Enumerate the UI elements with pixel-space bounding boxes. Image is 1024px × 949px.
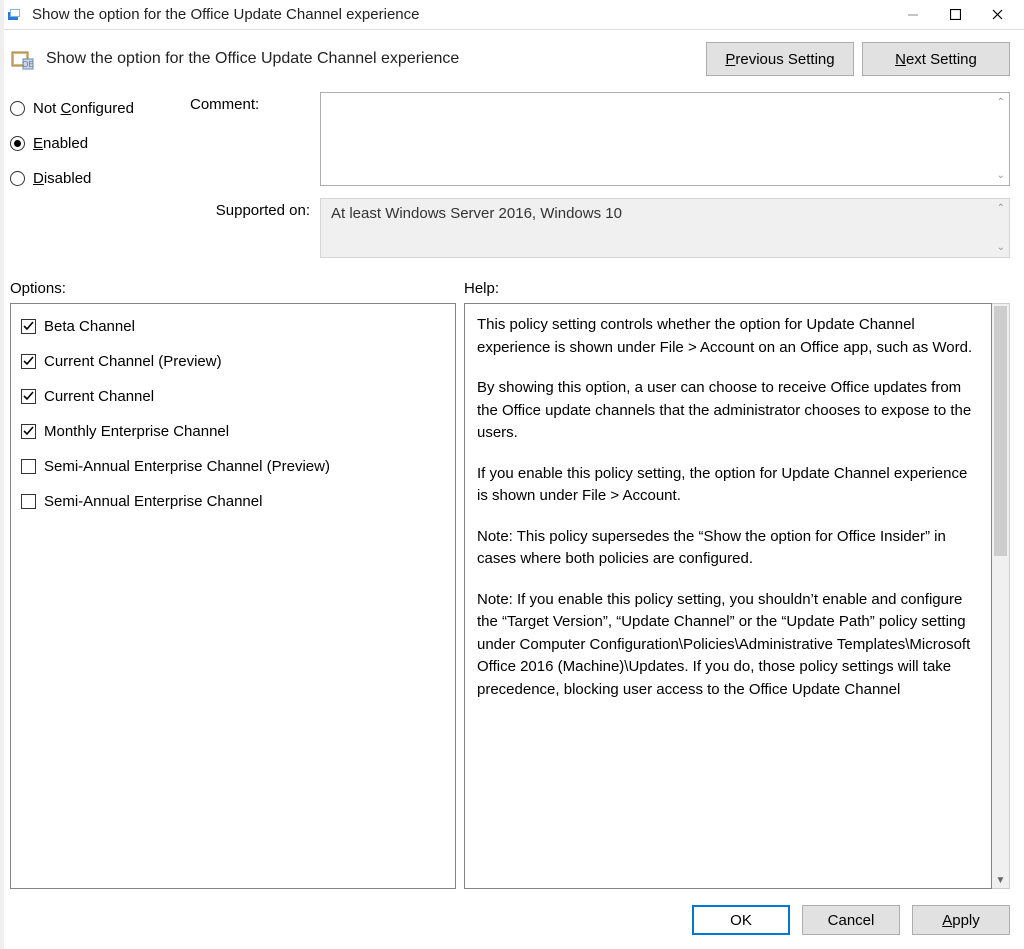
radio-label: Disabled xyxy=(33,170,91,187)
help-paragraph: Note: If you enable this policy setting,… xyxy=(477,589,979,702)
apply-text: pply xyxy=(952,912,980,929)
comment-row: Comment: ⌃⌄ xyxy=(190,92,1010,186)
help-paragraph: This policy setting controls whether the… xyxy=(477,314,979,359)
next-text: ext Setting xyxy=(906,51,977,68)
help-scrollbar[interactable]: ▲ ▼ xyxy=(992,303,1010,889)
checkbox-indicator xyxy=(21,459,36,474)
apply-button[interactable]: Apply xyxy=(912,905,1010,935)
nav-buttons: Previous Setting Next Setting xyxy=(706,42,1010,76)
state-section: Not Configured Enabled Disabled Comment:… xyxy=(0,84,1024,258)
supported-on-box: At least Windows Server 2016, Windows 10… xyxy=(320,198,1010,258)
help-paragraph: Note: This policy supersedes the “Show t… xyxy=(477,526,979,571)
option-checkbox[interactable]: Current Channel xyxy=(21,388,445,405)
next-setting-button[interactable]: Next Setting xyxy=(862,42,1010,76)
option-label: Beta Channel xyxy=(44,318,135,335)
ok-label: OK xyxy=(730,912,752,929)
close-button[interactable] xyxy=(976,1,1018,29)
checkbox-indicator xyxy=(21,389,36,404)
checkbox-indicator xyxy=(21,424,36,439)
cancel-button[interactable]: Cancel xyxy=(802,905,900,935)
checkbox-indicator xyxy=(21,319,36,334)
help-heading: Help: xyxy=(464,280,1010,297)
option-label: Current Channel (Preview) xyxy=(44,353,222,370)
option-label: Current Channel xyxy=(44,388,154,405)
titlebar: Show the option for the Office Update Ch… xyxy=(0,0,1024,30)
radio-indicator xyxy=(10,136,25,151)
cancel-label: Cancel xyxy=(828,912,875,929)
help-paragraph: By showing this option, a user can choos… xyxy=(477,377,979,445)
scroll-thumb[interactable] xyxy=(994,306,1007,556)
apply-accel: A xyxy=(942,912,952,929)
policy-title: Show the option for the Office Update Ch… xyxy=(46,50,706,68)
radio-not-configured[interactable]: Not Configured xyxy=(10,100,190,117)
svg-text:OE: OE xyxy=(22,60,34,69)
content-panes: Beta Channel Current Channel (Preview) Cur… xyxy=(0,303,1024,897)
maximize-button[interactable] xyxy=(934,1,976,29)
ok-button[interactable]: OK xyxy=(692,905,790,935)
supported-label: Supported on: xyxy=(190,198,310,219)
state-radios: Not Configured Enabled Disabled xyxy=(10,92,190,258)
minimize-button[interactable] xyxy=(892,1,934,29)
option-label: Semi-Annual Enterprise Channel xyxy=(44,493,262,510)
meta-fields: Comment: ⌃⌄ Supported on: At least Windo… xyxy=(190,92,1010,258)
checkbox-indicator xyxy=(21,494,36,509)
option-checkbox[interactable]: Semi-Annual Enterprise Channel xyxy=(21,493,445,510)
prev-text: revious Setting xyxy=(735,51,834,68)
comment-label: Comment: xyxy=(190,92,310,113)
next-accel: N xyxy=(895,51,906,68)
checkbox-indicator xyxy=(21,354,36,369)
option-checkbox[interactable]: Current Channel (Preview) xyxy=(21,353,445,370)
left-edge-decor xyxy=(0,0,4,949)
window-controls xyxy=(892,1,1018,29)
supported-text: At least Windows Server 2016, Windows 10 xyxy=(331,205,622,222)
help-pane-wrap: This policy setting controls whether the… xyxy=(464,303,1010,889)
scroll-down-icon: ▼ xyxy=(992,872,1009,888)
comment-input[interactable]: ⌃⌄ xyxy=(320,92,1010,186)
radio-indicator xyxy=(10,171,25,186)
option-checkbox[interactable]: Semi-Annual Enterprise Channel (Preview) xyxy=(21,458,445,475)
dialog-footer: OK Cancel Apply xyxy=(0,897,1024,949)
supported-row: Supported on: At least Windows Server 20… xyxy=(190,198,1010,258)
header-area: OE Show the option for the Office Update… xyxy=(0,30,1024,84)
scroll-arrows-icon: ⌃⌄ xyxy=(997,203,1005,253)
options-pane: Beta Channel Current Channel (Preview) Cur… xyxy=(10,303,456,889)
help-pane[interactable]: This policy setting controls whether the… xyxy=(464,303,992,889)
help-paragraph: If you enable this policy setting, the o… xyxy=(477,463,979,508)
option-label: Monthly Enterprise Channel xyxy=(44,423,229,440)
radio-label: Not Configured xyxy=(33,100,134,117)
option-checkbox[interactable]: Monthly Enterprise Channel xyxy=(21,423,445,440)
prev-accel: P xyxy=(725,51,735,68)
radio-enabled[interactable]: Enabled xyxy=(10,135,190,152)
window-title: Show the option for the Office Update Ch… xyxy=(32,6,892,23)
policy-icon: OE xyxy=(10,46,36,72)
option-checkbox[interactable]: Beta Channel xyxy=(21,318,445,335)
gpo-setting-dialog: Show the option for the Office Update Ch… xyxy=(0,0,1024,949)
options-heading: Options: xyxy=(10,280,464,297)
radio-label: Enabled xyxy=(33,135,88,152)
previous-setting-button[interactable]: Previous Setting xyxy=(706,42,854,76)
radio-indicator xyxy=(10,101,25,116)
pane-labels: Options: Help: xyxy=(0,258,1024,303)
radio-disabled[interactable]: Disabled xyxy=(10,170,190,187)
option-label: Semi-Annual Enterprise Channel (Preview) xyxy=(44,458,330,475)
scroll-arrows-icon: ⌃⌄ xyxy=(997,97,1005,181)
app-icon xyxy=(6,6,24,24)
